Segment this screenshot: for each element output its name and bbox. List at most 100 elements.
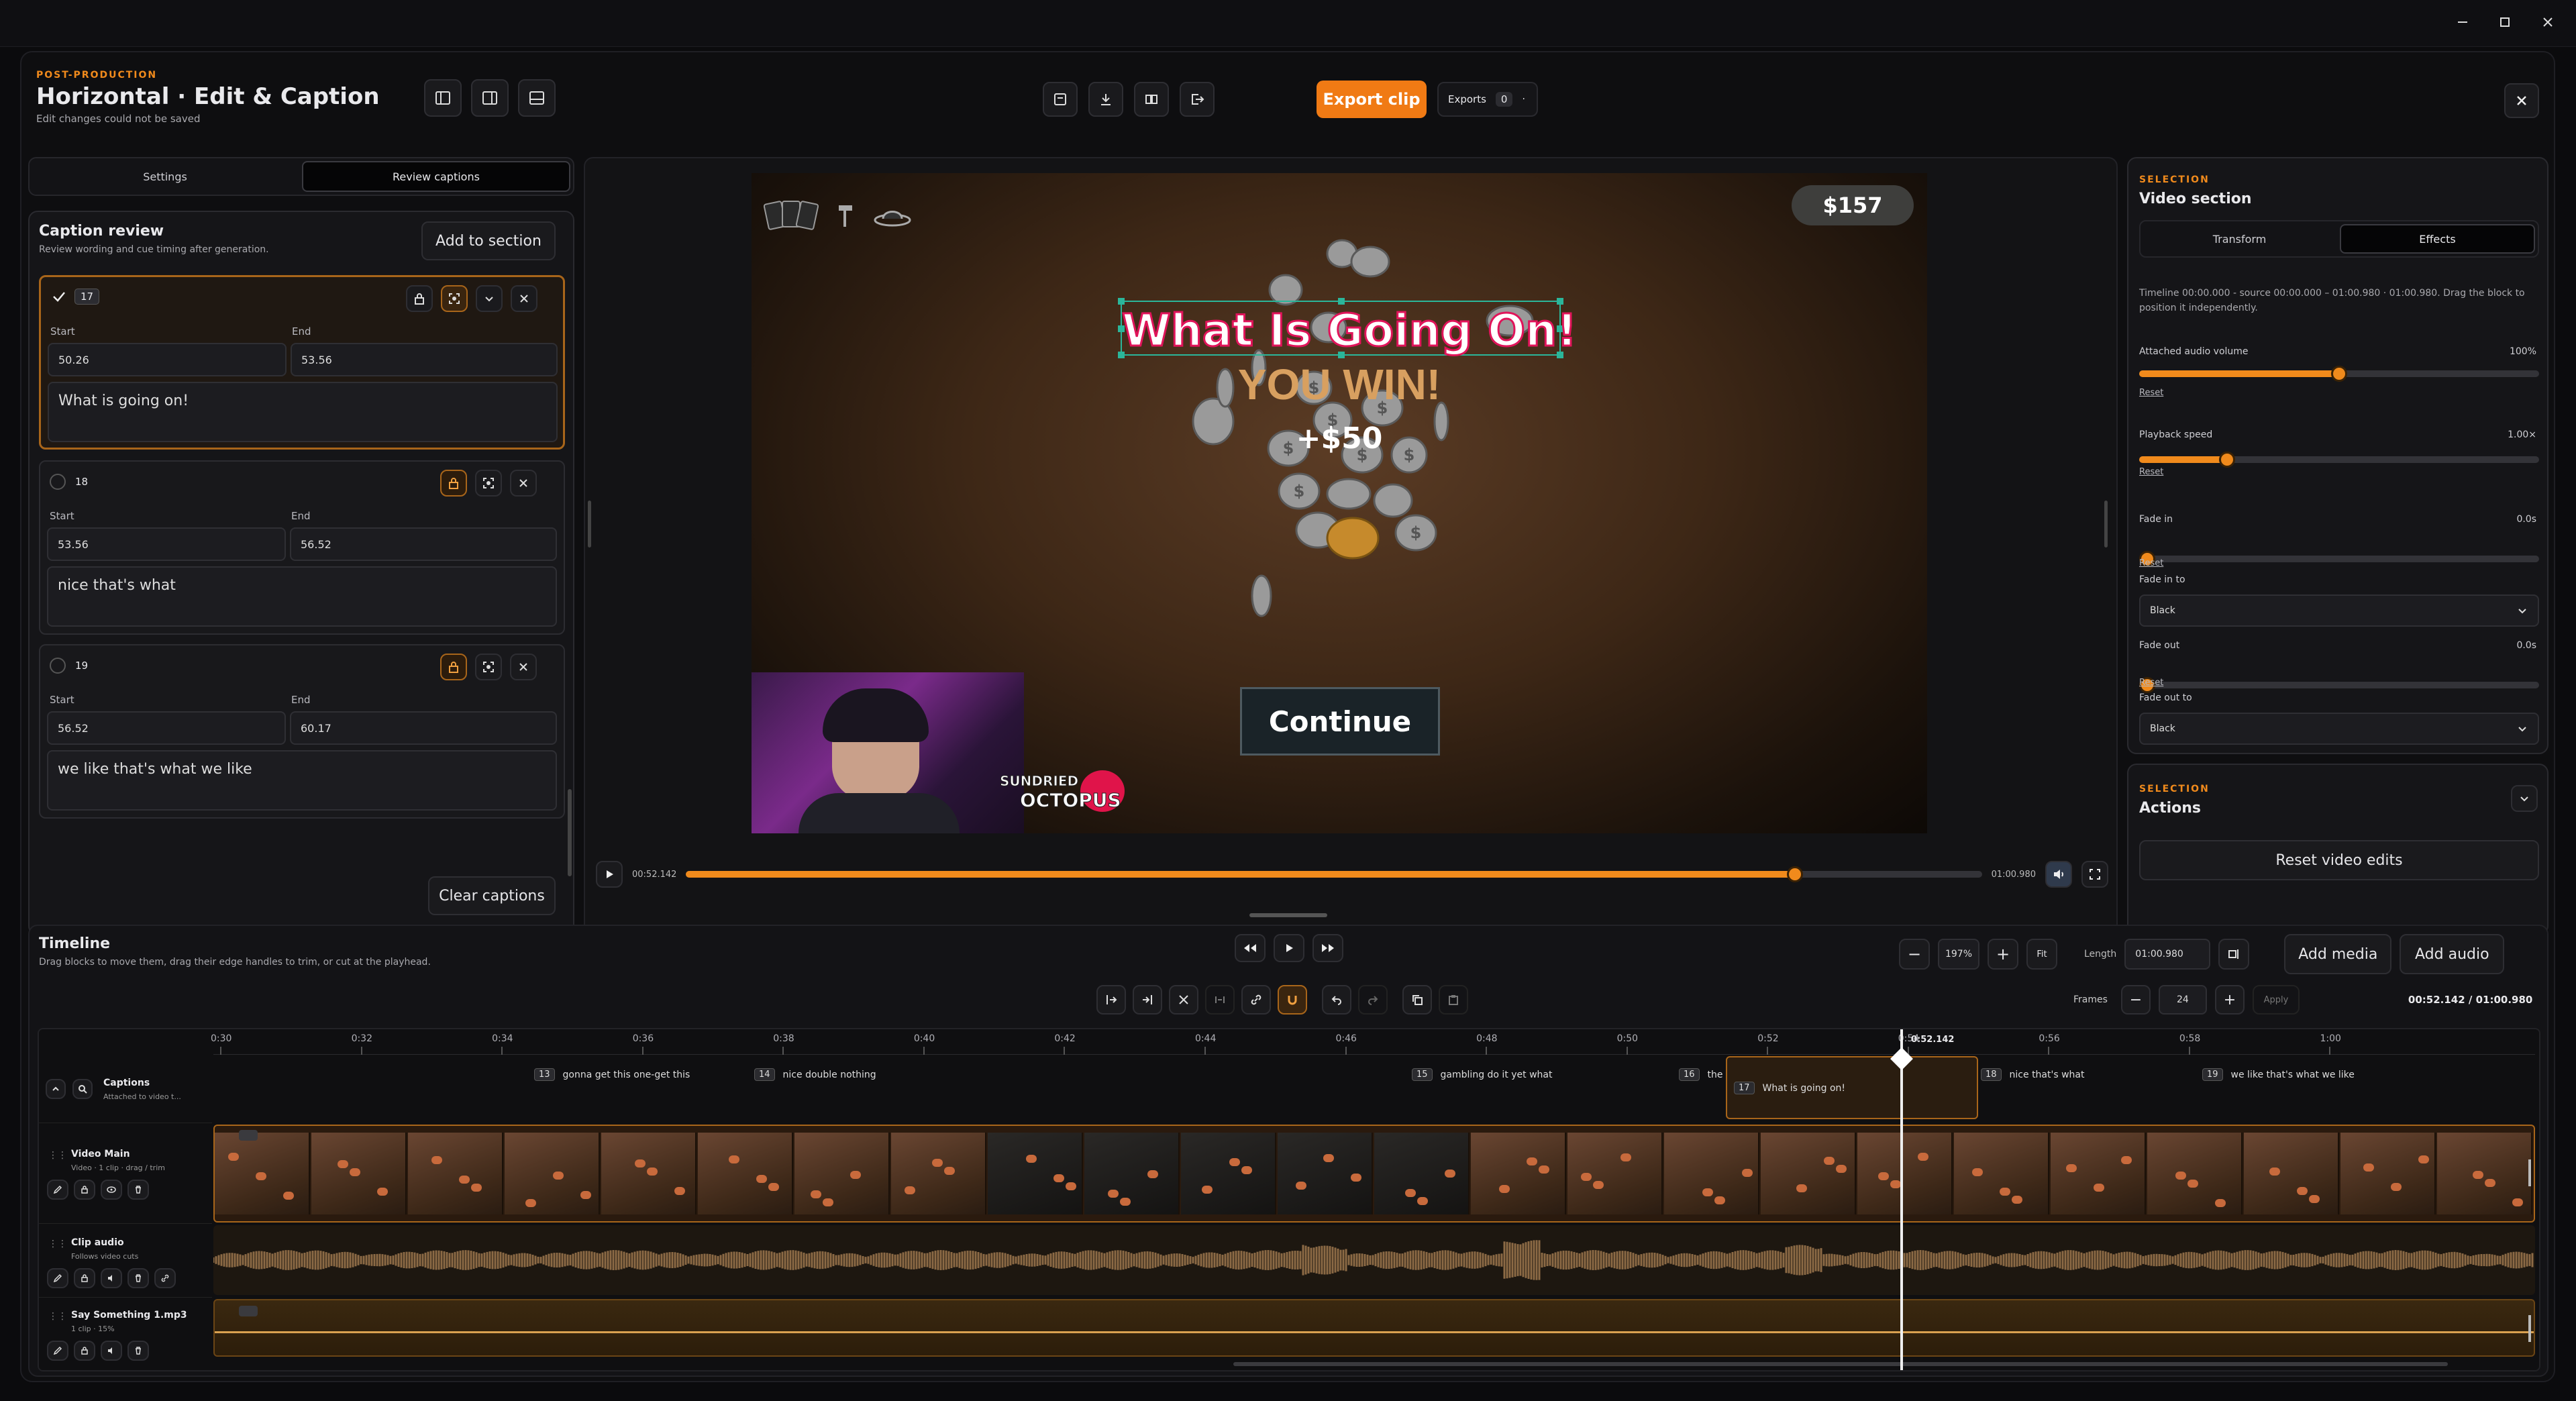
length-field[interactable]: 01:00.980 [2124,939,2211,970]
caption-block[interactable]: 18 nice that's what [1981,1068,2085,1081]
volume-button[interactable] [2045,861,2072,888]
continue-button[interactable]: Continue [1240,687,1440,756]
checkmark-icon[interactable] [50,288,68,305]
clip-grip-icon[interactable] [239,1306,258,1316]
select-checkbox[interactable] [50,658,66,674]
video-clip[interactable] [213,1125,2535,1223]
lock-button[interactable] [440,654,467,680]
clip-grip-icon[interactable] [239,1130,258,1141]
cue-text-field[interactable]: What is going on! [48,382,558,442]
delete-track-button[interactable] [127,1180,149,1200]
speed-slider[interactable] [2139,452,2539,468]
caption-cue[interactable]: 17 Start End 50.26 53.56 What is going o… [39,275,565,450]
timeline-resize-handle[interactable] [1249,913,1327,917]
reset-speed-link[interactable]: Reset [2139,467,2163,477]
drag-handle-icon[interactable]: ⋮⋮ [48,1150,67,1161]
tab-effects[interactable]: Effects [2340,224,2535,254]
clip-trim-handle-right[interactable] [2528,1159,2531,1186]
preview-scrubber[interactable] [686,866,1982,882]
reset-video-edits-button[interactable]: Reset video edits [2139,840,2539,880]
end-field[interactable]: 56.52 [290,527,557,561]
copy-button[interactable] [1402,985,1432,1015]
redo-button[interactable] [1358,985,1388,1015]
delete-track-button[interactable] [127,1341,149,1361]
caption-block[interactable]: 13 gonna get this one-get this [534,1068,690,1081]
fade-out-slider[interactable] [2139,677,2539,693]
start-field[interactable]: 56.52 [47,711,286,745]
caption-block[interactable]: 19 we like that's what we like [2202,1068,2355,1081]
download-button[interactable] [1088,82,1123,117]
window-maximize-icon[interactable] [2495,12,2515,32]
caption-cue[interactable]: 18 Start End 53.56 56.52 nice that's wha… [39,460,565,635]
zoom-out-button[interactable]: − [1899,939,1930,970]
mute-button[interactable] [101,1268,122,1288]
lock-button[interactable] [406,285,433,312]
fade-in-slider[interactable] [2139,551,2539,567]
search-captions-button[interactable] [72,1079,93,1099]
timeline-play-button[interactable] [1274,934,1304,962]
expand-button[interactable] [476,285,503,312]
trim-start-tool[interactable] [1096,985,1126,1015]
add-to-section-button[interactable]: Add to section [421,221,556,260]
edit-track-button[interactable] [47,1180,68,1200]
tab-transform[interactable]: Transform [2143,224,2336,254]
fullscreen-button[interactable] [2081,861,2108,888]
preview-resize-handle-right[interactable] [2104,501,2108,548]
timeline-scrollbar[interactable] [1233,1362,2448,1366]
exit-button[interactable] [1180,82,1215,117]
drag-handle-icon[interactable]: ⋮⋮ [48,1311,67,1322]
time-ruler[interactable]: 0:30 0:32 0:34 0:36 0:38 0:40 0:42 0:44 0:46 0:48… [211,1029,2535,1055]
add-audio-button[interactable]: Add audio [2400,934,2505,974]
add-media-button[interactable]: Add media [2284,934,2392,974]
start-field[interactable]: 50.26 [48,343,287,376]
unlink-button[interactable] [154,1268,176,1288]
close-modal-button[interactable] [2504,83,2539,118]
clip-trim-handle-right[interactable] [2528,1315,2531,1342]
cue-text-field[interactable]: we like that's what we like [47,750,557,811]
caption-block[interactable]: 16 the [1679,1068,1723,1081]
preview-resize-handle-left[interactable] [588,501,591,548]
set-length-button[interactable] [2218,939,2250,970]
caption-cue[interactable]: 19 Start End 56.52 60.17 we like that's … [39,644,565,819]
frames-field[interactable]: 24 [2158,985,2207,1015]
frames-apply-button[interactable]: Apply [2252,985,2300,1015]
split-tool[interactable] [1205,985,1235,1015]
fast-forward-button[interactable] [1312,934,1343,962]
play-button[interactable] [596,861,623,888]
fade-in-to-select[interactable]: Black [2139,594,2539,627]
focus-button[interactable] [475,470,502,497]
collapse-track-button[interactable] [46,1079,66,1099]
lock-track-button[interactable] [74,1180,95,1200]
tab-review-captions[interactable]: Review captions [302,161,570,192]
cue-list-scrollbar[interactable] [568,789,572,876]
slider-knob[interactable] [2219,452,2236,468]
window-minimize-icon[interactable] [2453,12,2473,32]
end-field[interactable]: 53.56 [291,343,558,376]
end-field[interactable]: 60.17 [290,711,557,745]
reset-fade-out-link[interactable]: Reset [2139,678,2163,688]
link-tool[interactable] [1241,985,1271,1015]
exports-menu[interactable]: Exports 0 · [1437,82,1538,117]
collapse-actions-button[interactable] [2511,785,2538,812]
lock-track-button[interactable] [74,1268,95,1288]
delete-cue-button[interactable] [511,285,537,312]
start-field[interactable]: 53.56 [47,527,286,561]
delete-cue-button[interactable] [510,654,537,680]
reset-fade-in-link[interactable]: Reset [2139,558,2163,568]
edit-track-button[interactable] [47,1341,68,1361]
window-close-icon[interactable] [2538,12,2558,32]
caption-selection-box[interactable]: What Is Going On! [1118,298,1578,358]
cue-text-field[interactable]: nice that's what [47,566,557,627]
save-button[interactable] [1043,82,1078,117]
tab-settings[interactable]: Settings [32,161,298,192]
undo-button[interactable] [1322,985,1351,1015]
trim-end-tool[interactable] [1133,985,1162,1015]
delete-cue-button[interactable] [510,470,537,497]
focus-button[interactable] [475,654,502,680]
frames-increment-button[interactable]: + [2214,985,2245,1015]
volume-slider[interactable] [2139,366,2539,382]
playhead[interactable]: 0:52.142 [1890,1029,1954,1370]
clip-audio-waveform[interactable] [213,1225,2535,1295]
video-frame[interactable]: $157 $ $ $ $ $ $ $ $ What Is Going On! Y… [752,173,1927,833]
scrubber-knob[interactable] [1787,866,1804,882]
